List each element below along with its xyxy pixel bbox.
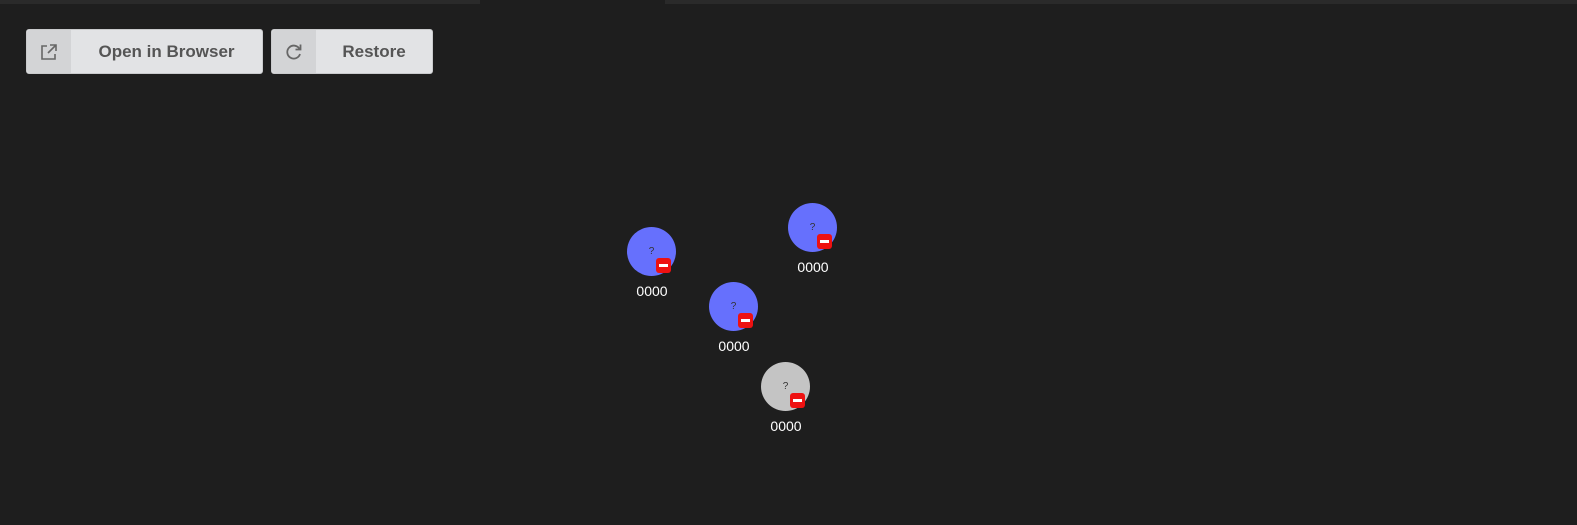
node-label: 0000 <box>636 283 668 299</box>
network-graph[interactable]: ? 0000 ? 0000 ? 0000 ? 0000 <box>0 0 1577 525</box>
node-glyph: ? <box>809 222 816 233</box>
graph-node[interactable]: ? 0000 <box>761 362 811 434</box>
node-label: 0000 <box>770 418 802 434</box>
remove-node-icon[interactable] <box>790 393 805 408</box>
node-glyph: ? <box>730 301 737 312</box>
graph-node[interactable]: ? 0000 <box>709 282 759 354</box>
graph-node[interactable]: ? 0000 <box>627 227 677 299</box>
node-glyph: ? <box>648 246 655 257</box>
remove-node-icon[interactable] <box>738 313 753 328</box>
graph-node[interactable]: ? 0000 <box>788 203 838 275</box>
remove-node-icon[interactable] <box>817 234 832 249</box>
remove-node-icon[interactable] <box>656 258 671 273</box>
node-label: 0000 <box>718 338 750 354</box>
node-glyph: ? <box>782 381 789 392</box>
node-label: 0000 <box>797 259 829 275</box>
